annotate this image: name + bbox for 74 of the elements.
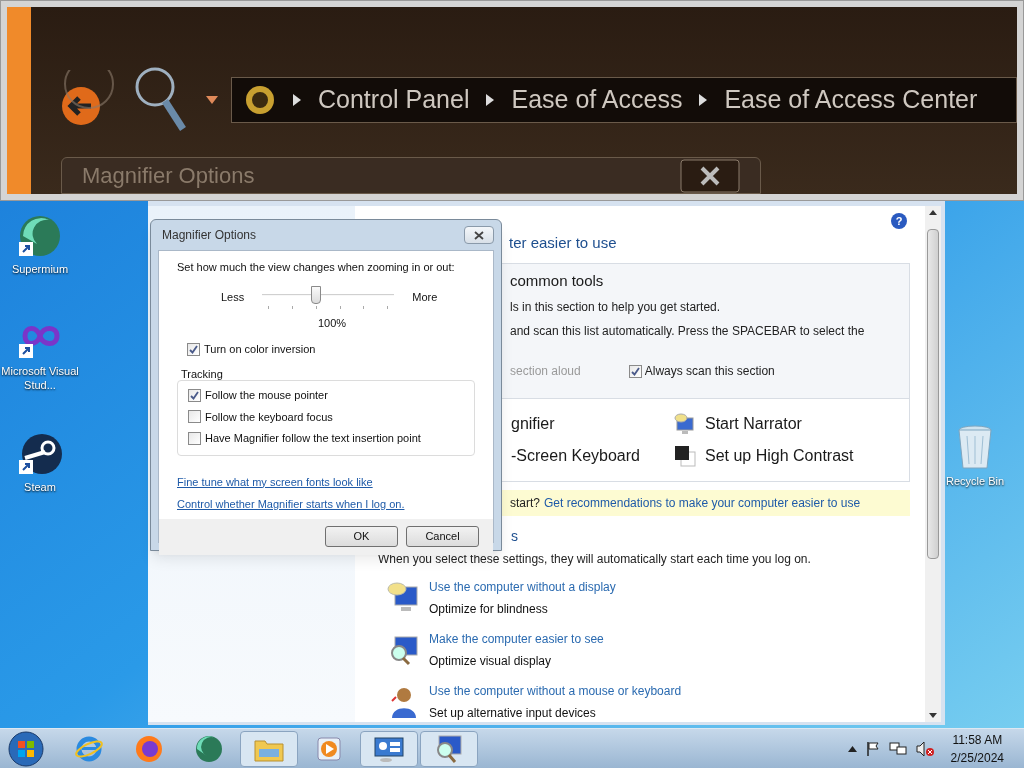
checkbox[interactable] [187, 342, 200, 356]
magnified-dialog-title: Magnifier Options [82, 162, 255, 190]
settings-link[interactable]: Fine tune what my screen fonts look like [177, 473, 373, 490]
setting-link[interactable]: Use the computer without a mouse or keyboard [429, 682, 682, 701]
media-player-icon[interactable] [315, 734, 343, 763]
checkbox[interactable] [628, 364, 642, 378]
address-bar[interactable]: Control Panel Ease of Access Ease of Access Center [231, 77, 1017, 123]
slider-thumb[interactable] [311, 285, 322, 304]
checkbox-label[interactable]: Follow the mouse pointer [205, 387, 328, 404]
control-panel-icon [244, 84, 276, 116]
scroll-thumb[interactable] [927, 229, 939, 560]
flag-icon[interactable] [864, 740, 881, 757]
close-icon[interactable] [680, 158, 740, 193]
control-panel-icon [372, 734, 406, 763]
page-title: ter easier to use [509, 233, 617, 254]
breadcrumb-item[interactable]: Control Panel [318, 81, 470, 119]
breadcrumb-item[interactable]: Ease of Access Center [724, 81, 978, 119]
taskbar-button[interactable] [360, 730, 418, 767]
checkbox[interactable] [188, 410, 201, 424]
network-icon[interactable] [888, 740, 907, 757]
recommendations-link[interactable]: Get recommendations to make your computer easier to use [544, 494, 861, 513]
section-heading: s [511, 528, 518, 545]
close-button[interactable] [464, 226, 494, 244]
instruction-text: ls in this section to help you get started. [510, 299, 722, 317]
settings-link[interactable]: Control whether Magnifier starts when I log on. [177, 496, 405, 513]
scroll-up-icon[interactable] [929, 210, 937, 216]
checkbox-label[interactable]: Turn on color inversion [204, 341, 316, 358]
fox-browser-icon[interactable] [134, 733, 164, 764]
section-intro: When you select these settings, they will automatically start each time you log on. [378, 551, 811, 569]
checkbox[interactable] [188, 431, 201, 445]
breadcrumb-item[interactable]: Ease of Access [511, 81, 683, 119]
slider-max-label: More [412, 289, 438, 305]
dialog-title: Magnifier Options [162, 227, 257, 244]
dialog-button[interactable]: Cancel [406, 526, 479, 547]
dialog-button[interactable]: OK [325, 526, 398, 547]
checkbox-label[interactable]: Follow the keyboard focus [205, 408, 333, 425]
show-hidden-icons-icon[interactable] [847, 745, 857, 752]
contrast-icon[interactable] [673, 444, 697, 469]
tip-text: start? [510, 495, 540, 513]
instruction-text: and scan this list automatically. Press the SPACEBAR to select the [510, 323, 866, 341]
vertical-scrollbar[interactable] [925, 206, 941, 723]
setting-link[interactable]: Use the computer without a display [429, 578, 616, 597]
clock-time[interactable]: 11:58 AM [952, 730, 1003, 749]
tool-link[interactable]: -Screen Keyboard [511, 444, 640, 469]
zoom-prompt: Set how much the view changes when zooming in or out: [177, 260, 456, 275]
dropdown-arrow-icon[interactable] [205, 95, 219, 105]
speech-monitor-icon[interactable] [673, 412, 697, 437]
checkbox[interactable] [188, 388, 201, 402]
setting-description: Optimize for blindness [429, 601, 549, 619]
muted-speaker-icon[interactable] [914, 740, 935, 757]
desktop-icon-label[interactable]: Supermium [11, 262, 69, 276]
chevron-icon [292, 93, 302, 107]
sphere-app-icon[interactable] [193, 733, 225, 764]
slider-min-label: Less [221, 289, 245, 305]
setting-description: Optimize visual display [429, 653, 553, 671]
section-heading: common tools [510, 270, 605, 291]
help-button[interactable]: ? [891, 213, 907, 230]
scroll-down-icon[interactable] [929, 713, 937, 719]
checkbox-label[interactable]: Have Magnifier follow the text insertion point [205, 430, 421, 447]
tool-link[interactable]: Start Narrator [705, 412, 802, 437]
clock-date[interactable]: 2/25/2024 [950, 748, 1004, 767]
tool-link[interactable]: Set up High Contrast [705, 444, 854, 469]
chevron-icon [485, 93, 496, 107]
setting-link[interactable]: Make the computer easier to see [429, 630, 604, 649]
tool-link[interactable]: gnifier [511, 412, 555, 437]
close-icon [474, 230, 484, 240]
setting-description: Set up alternative input devices [429, 705, 597, 723]
desktop-icon-label[interactable]: Microsoft Visual Stud... [0, 364, 80, 392]
zoom-percentage: 100% [317, 315, 347, 331]
checkbox-label[interactable]: Always scan this section [644, 362, 775, 381]
group-title: Tracking [181, 366, 224, 382]
start-button-icon[interactable] [6, 729, 46, 768]
chevron-icon [698, 93, 709, 107]
taskbar-button[interactable] [420, 730, 478, 767]
